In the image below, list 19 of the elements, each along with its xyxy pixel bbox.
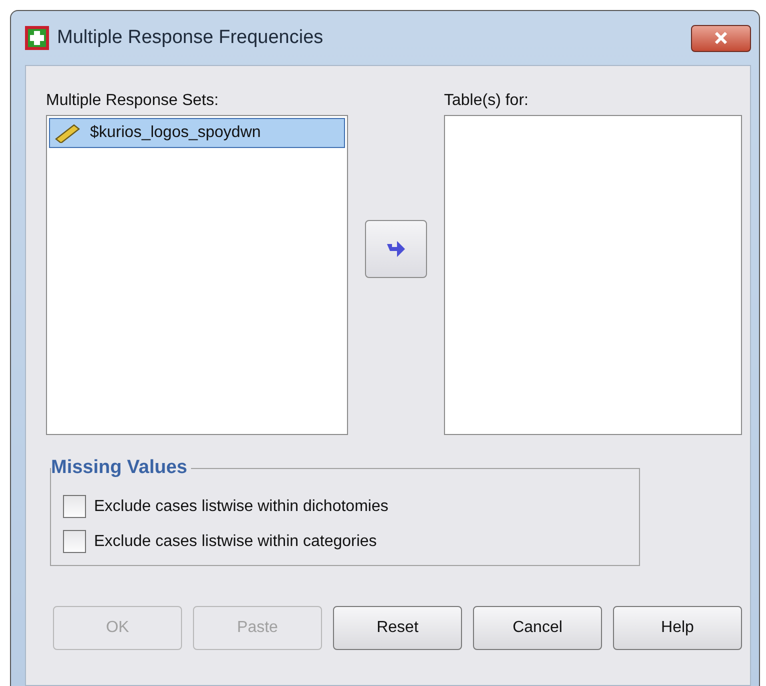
checkbox[interactable] [63, 530, 86, 553]
dialog-button[interactable]: Cancel [473, 606, 602, 650]
dialog-button[interactable]: Reset [333, 606, 462, 650]
close-button[interactable] [691, 24, 751, 52]
close-icon [714, 32, 728, 44]
list-item[interactable]: $kurios_logos_spoydwn [49, 118, 345, 148]
move-arrow-button[interactable] [365, 220, 427, 278]
group-title: Missing Values [51, 457, 188, 479]
checkbox[interactable] [63, 495, 86, 518]
list-label: Multiple Response Sets: [46, 92, 220, 110]
arrow-icon [386, 240, 406, 258]
window-title: Multiple Response Frequencies [57, 27, 324, 49]
checkbox-label: Exclude cases listwise within dichotomies [94, 498, 388, 516]
dialog-button[interactable]: Help [613, 606, 742, 650]
app-icon [25, 26, 49, 50]
ruler-icon [54, 123, 82, 143]
source-list[interactable]: $kurios_logos_spoydwn [46, 115, 348, 435]
list-label: Table(s) for: [444, 92, 530, 110]
checkbox-label: Exclude cases listwise within categories [94, 532, 377, 550]
